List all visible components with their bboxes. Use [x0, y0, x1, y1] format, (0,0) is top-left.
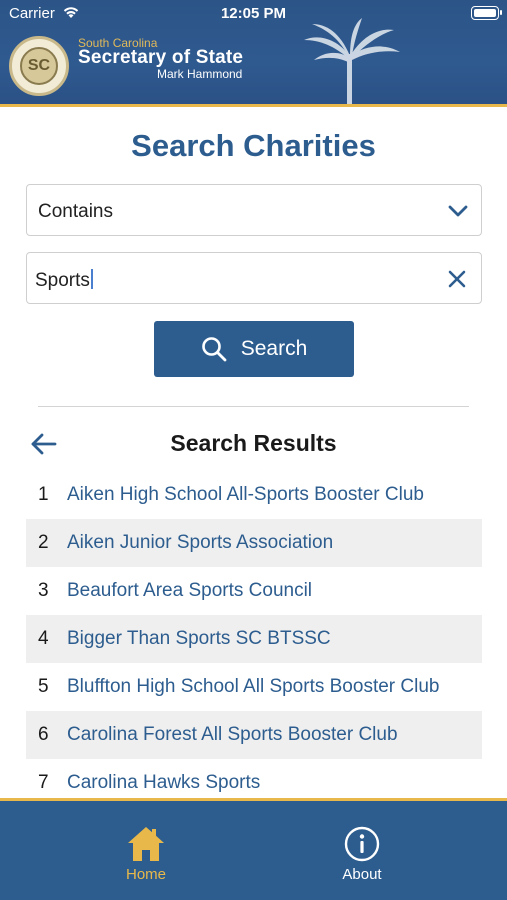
- result-number: 6: [38, 724, 49, 745]
- result-row[interactable]: 6 Carolina Forest All Sports Booster Clu…: [26, 711, 482, 759]
- battery-icon: [471, 6, 502, 20]
- page-title: Search Charities: [131, 128, 376, 163]
- agency-title: Secretary of State: [78, 47, 244, 68]
- text-caret: [90, 269, 93, 289]
- result-row[interactable]: 3 Beaufort Area Sports Council: [26, 567, 482, 615]
- result-number: 5: [38, 676, 49, 697]
- app-header: Carrier 12:05 PM SC South Carolina Secre…: [0, 0, 507, 107]
- result-link[interactable]: Carolina Forest All Sports Booster Club: [67, 724, 398, 746]
- search-button-label: Search: [240, 337, 308, 360]
- results-title: Search Results: [170, 430, 337, 456]
- result-row[interactable]: 2 Aiken Junior Sports Association: [26, 519, 482, 567]
- result-link[interactable]: Beaufort Area Sports Council: [67, 580, 312, 602]
- result-link[interactable]: Bluffton High School All Sports Booster …: [67, 676, 439, 698]
- search-input-value: Sports: [35, 270, 90, 291]
- info-icon: [344, 826, 380, 862]
- results-list: 1 Aiken High School All-Sports Booster C…: [26, 471, 482, 798]
- clock: 12:05 PM: [220, 5, 287, 22]
- match-type-value: Contains: [38, 201, 113, 222]
- state-seal-logo: SC: [9, 36, 69, 96]
- search-icon: [201, 337, 227, 362]
- result-link[interactable]: Bigger Than Sports SC BTSSC: [67, 628, 331, 650]
- result-row[interactable]: 7 Carolina Hawks Sports: [26, 759, 482, 798]
- result-number: 7: [38, 772, 49, 793]
- match-type-select[interactable]: Contains: [26, 184, 482, 236]
- result-link[interactable]: Carolina Hawks Sports: [67, 772, 260, 794]
- result-number: 2: [38, 532, 49, 553]
- tab-home-label: Home: [125, 866, 166, 883]
- tab-home[interactable]: Home: [66, 801, 226, 900]
- result-row[interactable]: 4 Bigger Than Sports SC BTSSC: [26, 615, 482, 663]
- official-name: Mark Hammond: [157, 67, 243, 81]
- search-button[interactable]: Search: [154, 321, 354, 377]
- tab-bar: Home About: [0, 798, 507, 900]
- result-number: 4: [38, 628, 49, 649]
- clear-icon[interactable]: [446, 268, 468, 290]
- tab-about[interactable]: About: [282, 801, 442, 900]
- palmetto-tree-icon: [304, 18, 400, 104]
- result-row[interactable]: 1 Aiken High School All-Sports Booster C…: [26, 471, 482, 519]
- result-link[interactable]: Aiken High School All-Sports Booster Clu…: [67, 484, 424, 506]
- search-input[interactable]: Sports: [26, 252, 482, 304]
- divider: [38, 406, 469, 407]
- result-number: 1: [38, 484, 49, 505]
- result-row[interactable]: 5 Bluffton High School All Sports Booste…: [26, 663, 482, 711]
- home-icon: [128, 827, 164, 861]
- result-number: 3: [38, 580, 49, 601]
- status-bar: Carrier 12:05 PM: [0, 0, 507, 28]
- result-link[interactable]: Aiken Junior Sports Association: [67, 532, 333, 554]
- tab-about-label: About: [342, 866, 382, 883]
- chevron-down-icon: [448, 205, 468, 217]
